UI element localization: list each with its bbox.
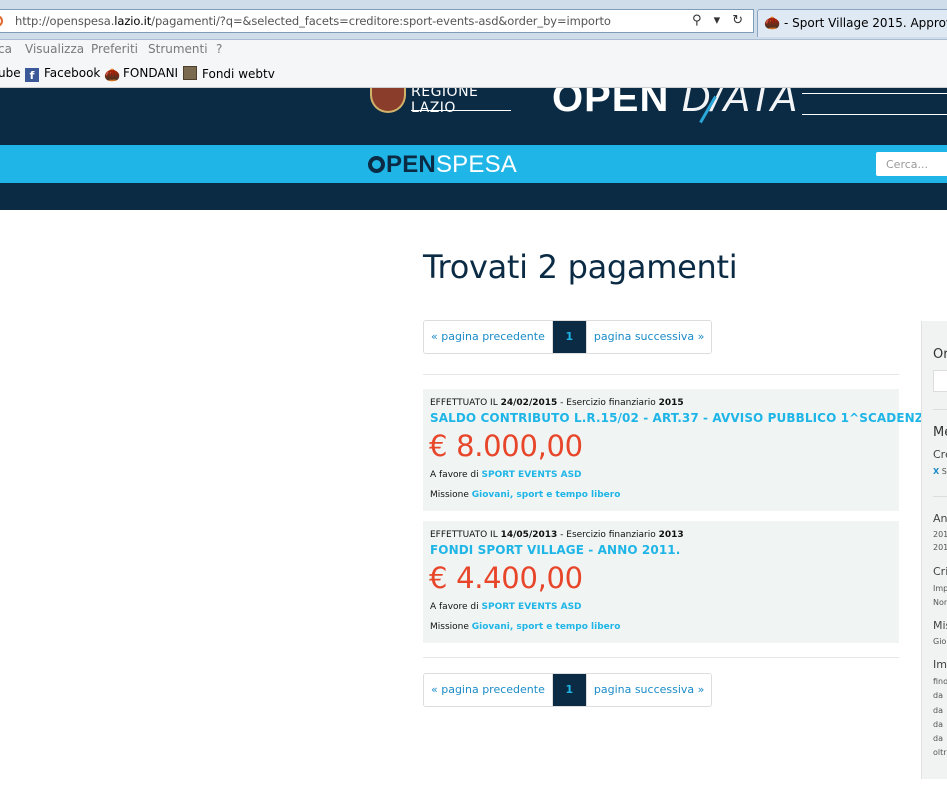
payment-title-link[interactable]: SALDO CONTRIBUTO L.R.15/02 - ART.37 - AV… xyxy=(430,411,938,425)
divider xyxy=(423,657,899,658)
facebook-icon: f xyxy=(25,68,39,82)
menu-item-help[interactable]: ? xyxy=(216,42,222,56)
favorite-fondani[interactable]: 🌰 FONDANI xyxy=(104,66,178,83)
remove-creditor-filter[interactable]: X SI xyxy=(933,467,947,476)
amount-facet-item[interactable]: oltr xyxy=(933,748,947,757)
header-rule xyxy=(802,93,947,94)
ie-page-icon xyxy=(0,15,3,27)
url-field[interactable]: http://openspesa.lazio.it/pagamenti/?q=&… xyxy=(0,9,754,33)
creditor-link[interactable]: SPORT EVENTS ASD xyxy=(482,602,582,612)
order-select[interactable] xyxy=(933,370,947,392)
menu-item-preferiti[interactable]: Preferiti xyxy=(91,42,138,56)
regione-lazio-logo[interactable] xyxy=(370,88,406,113)
amount-facet-item[interactable]: da xyxy=(933,691,943,700)
header-rule xyxy=(802,114,947,115)
url-text[interactable]: http://openspesa.lazio.it/pagamenti/?q=&… xyxy=(15,14,611,28)
logo-divider xyxy=(411,110,511,111)
mission-link[interactable]: Giovani, sport e tempo libero xyxy=(472,622,621,632)
regione-lazio-text: REGIONE LAZIO xyxy=(411,88,479,116)
page: http://openspesa.lazio.it/pagamenti/?q=&… xyxy=(0,0,947,806)
favorite-youtube[interactable]: ube xyxy=(0,66,21,80)
payment-creditor-line: A favore di SPORT EVENTS ASD xyxy=(430,602,582,612)
payment-mission-line: Missione Giovani, sport e tempo libero xyxy=(430,622,621,632)
order-heading: Or xyxy=(933,347,947,362)
divider xyxy=(423,374,899,375)
tab-title: - Sport Village 2015. Approv... xyxy=(784,16,947,30)
pager-prev-link[interactable]: « pagina precedente xyxy=(424,674,553,706)
year-facet-item[interactable]: 201 xyxy=(933,543,947,552)
openspesa-logo[interactable]: PENSPESA xyxy=(368,151,517,179)
filters-sidebar: Or Me Cre X SI An 201 201 Cri Imp Nor Mi… xyxy=(921,321,947,779)
openspesa-o-icon xyxy=(368,156,385,173)
url-tools-icons[interactable]: ⚲ ▾ ↻ xyxy=(692,13,747,28)
favorite-fondi-webtv[interactable]: Fondi webtv xyxy=(183,66,275,81)
year-facet-item[interactable]: 201 xyxy=(933,530,947,539)
creditor-link[interactable]: SPORT EVENTS ASD xyxy=(482,470,582,480)
payment-title-link[interactable]: FONDI SPORT VILLAGE - ANNO 2011. xyxy=(430,543,680,557)
open-data-logo[interactable]: OPEN D/ATA xyxy=(552,88,798,121)
creditor-filter-label: Cre xyxy=(933,448,947,461)
openspesa-bar: PENSPESA xyxy=(0,145,947,183)
favorites-bar: ube f Facebook 🌰 FONDANI Fondi webtv xyxy=(0,62,947,88)
mission-link[interactable]: Giovani, sport e tempo libero xyxy=(472,490,621,500)
pager-next-link[interactable]: pagina successiva » xyxy=(585,321,712,353)
pager-current-page[interactable]: 1 xyxy=(552,321,586,353)
menu-item-cronologia[interactable]: ca xyxy=(0,42,12,56)
filters-heading: Me xyxy=(933,425,947,440)
criteria-facet-item[interactable]: Nor xyxy=(933,598,947,607)
pager-current-page[interactable]: 1 xyxy=(552,674,586,706)
browser-address-bar: http://openspesa.lazio.it/pagamenti/?q=&… xyxy=(0,0,947,40)
criteria-facet-item[interactable]: Imp xyxy=(933,584,947,593)
pager-next-link[interactable]: pagina successiva » xyxy=(585,674,712,706)
amount-facet-item[interactable]: da xyxy=(933,706,943,715)
browser-tab[interactable]: 🌰 - Sport Village 2015. Approv... xyxy=(757,9,947,37)
webtv-icon xyxy=(183,66,197,80)
menu-item-strumenti[interactable]: Strumenti xyxy=(148,42,208,56)
favorite-facebook[interactable]: f Facebook xyxy=(25,66,100,82)
amount-facet-item[interactable]: fino xyxy=(933,677,947,686)
year-facet-heading: An xyxy=(933,512,947,525)
pager-prev-link[interactable]: « pagina precedente xyxy=(424,321,553,353)
payment-amount: € 8.000,00 xyxy=(429,429,583,463)
sidebar-rule xyxy=(933,496,947,497)
mission-facet-heading: Mis xyxy=(933,619,947,632)
criteria-facet-heading: Cri xyxy=(933,565,947,578)
results-heading: Trovati 2 pagamenti xyxy=(423,248,738,286)
payment-amount: € 4.400,00 xyxy=(429,561,583,595)
amount-facet-item[interactable]: da xyxy=(933,720,943,729)
payment-mission-line: Missione Giovani, sport e tempo libero xyxy=(430,490,621,500)
browser-menu-bar: ca Visualizza Preferiti Strumenti ? xyxy=(0,40,947,62)
menu-item-visualizza[interactable]: Visualizza xyxy=(25,42,84,56)
pagination-top: « pagina precedente 1 pagina successiva … xyxy=(423,320,713,354)
search-input[interactable] xyxy=(876,152,947,176)
acorn-icon: 🌰 xyxy=(104,68,121,83)
acorn-icon: 🌰 xyxy=(764,16,781,31)
payment-creditor-line: A favore di SPORT EVENTS ASD xyxy=(430,470,582,480)
pagination-bottom: « pagina precedente 1 pagina successiva … xyxy=(423,673,713,707)
payment-meta: EFFETTUATO IL 14/05/2013 - Esercizio fin… xyxy=(430,530,684,540)
sidebar-rule xyxy=(933,409,947,410)
payment-meta: EFFETTUATO IL 24/02/2015 - Esercizio fin… xyxy=(430,398,684,408)
remove-filter-icon[interactable]: X xyxy=(933,467,939,476)
payment-card: EFFETTUATO IL 14/05/2013 - Esercizio fin… xyxy=(423,521,899,643)
amount-facet-heading: Im xyxy=(933,658,947,671)
sub-header-band xyxy=(0,183,947,210)
mission-facet-item[interactable]: Gio xyxy=(933,637,946,646)
amount-facet-item[interactable]: da xyxy=(933,734,943,743)
site-header: REGIONE LAZIO OPEN D/ATA xyxy=(0,88,947,145)
payment-card: EFFETTUATO IL 24/02/2015 - Esercizio fin… xyxy=(423,389,938,511)
